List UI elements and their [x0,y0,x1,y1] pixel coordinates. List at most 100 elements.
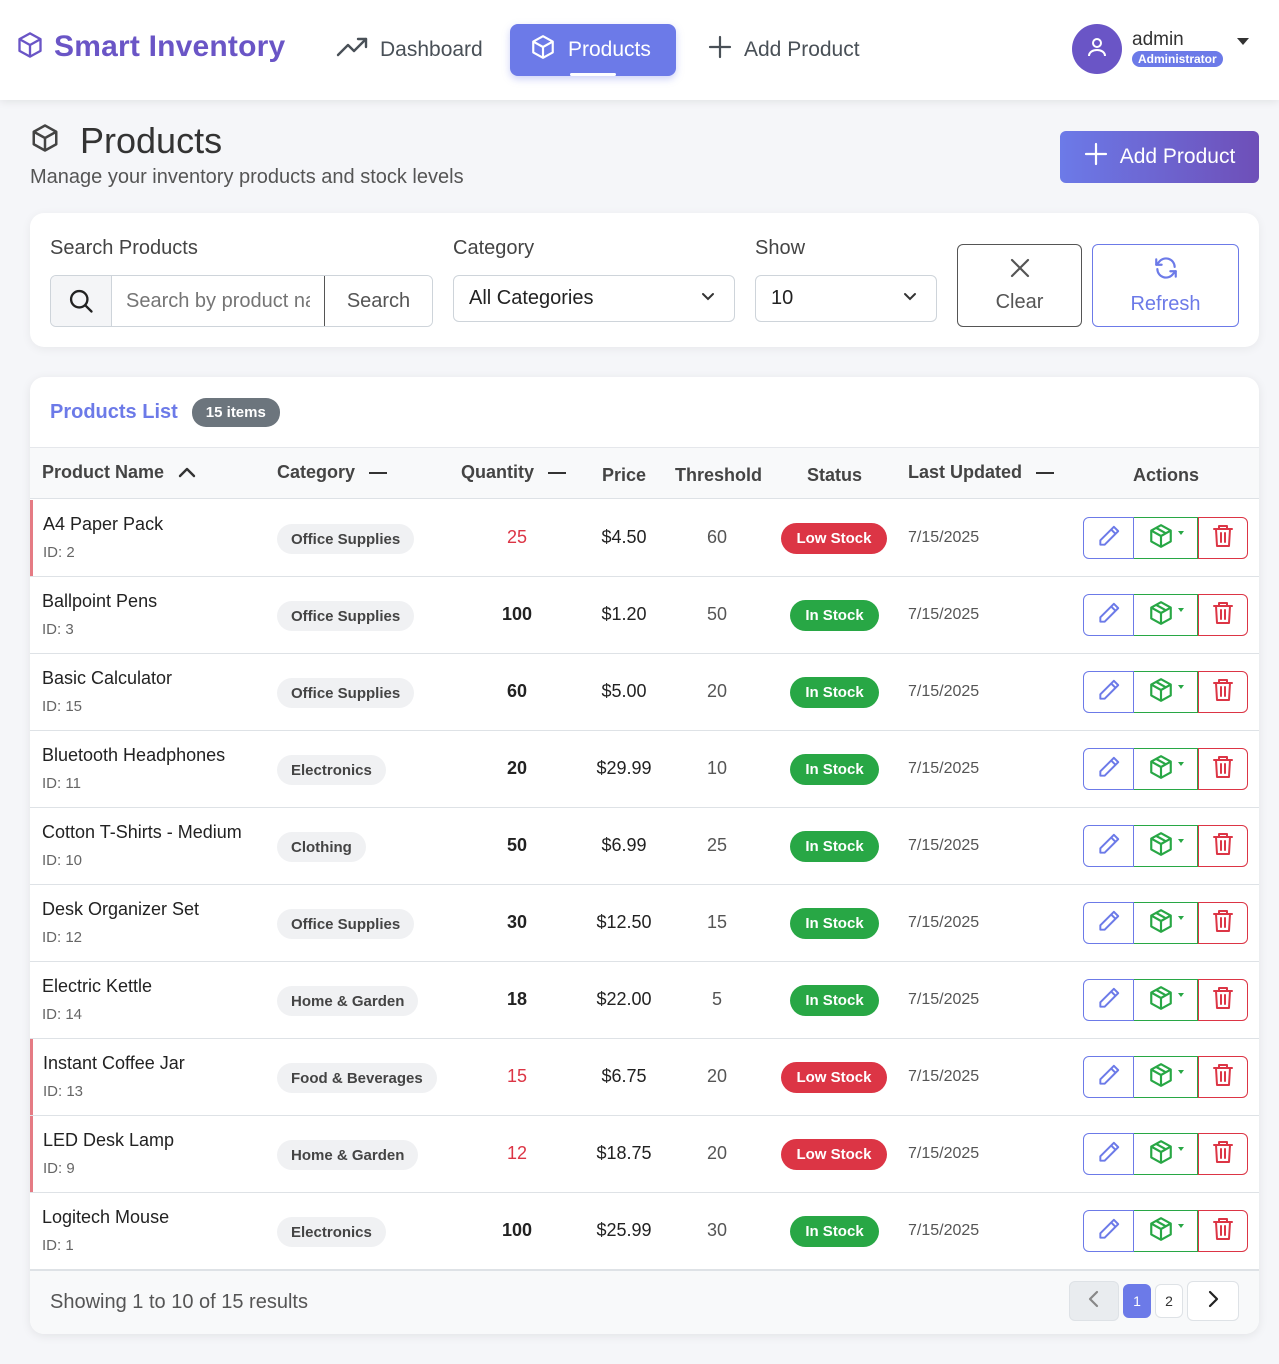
filter-card: Search Products Search Category All Cate… [30,213,1259,347]
user-menu[interactable]: admin Administrator [1072,24,1249,74]
threshold-value: 50 [706,604,728,624]
product-name: Logitech Mouse [42,1207,170,1227]
show-select[interactable]: 10 [755,275,937,322]
nav-dashboard[interactable]: Dashboard [316,24,503,76]
search-button[interactable]: Search [324,276,432,326]
delete-button[interactable] [1198,1133,1248,1175]
nav-products[interactable]: Products [510,24,676,76]
search-group: Search [50,275,433,327]
box-icon [16,31,44,64]
edit-button[interactable] [1083,1210,1134,1252]
delete-button[interactable] [1198,671,1248,713]
category-badge: Home & Garden [277,1140,419,1170]
delete-button[interactable] [1198,979,1248,1021]
clear-button[interactable]: Clear [957,244,1082,327]
stock-dropdown-button[interactable] [1134,1210,1198,1252]
price-value: $4.50 [601,527,647,547]
box-icon [30,120,60,162]
category-select[interactable]: All Categories [453,275,735,322]
search-label: Search Products [50,237,198,259]
refresh-button[interactable]: Refresh [1092,244,1239,327]
delete-button[interactable] [1198,594,1248,636]
row-actions [1083,594,1248,636]
pencil-icon [1096,985,1122,1016]
delete-button[interactable] [1198,517,1248,559]
stock-dropdown-button[interactable] [1134,594,1198,636]
brand[interactable]: Smart Inventory [16,30,285,64]
product-name: A4 Paper Pack [43,514,164,534]
user-role-badge: Administrator [1132,51,1223,67]
delete-button[interactable] [1198,1210,1248,1252]
edit-button[interactable] [1083,517,1134,559]
table-row: Cotton T-Shirts - Medium ID: 10 Clothing 50… [30,808,1259,885]
table-row: Desk Organizer Set ID: 12 Office Supplies 3… [30,885,1259,962]
status-badge: Low Stock [781,1062,887,1093]
search-icon [51,276,112,326]
table-row: Logitech Mouse ID: 1 Electronics 100 $25.99 3… [30,1193,1259,1270]
edit-button[interactable] [1083,902,1134,944]
pencil-icon [1096,1062,1122,1093]
category-badge: Electronics [277,1217,386,1247]
list-header: Products List 15 items [50,398,280,427]
table-row: Basic Calculator ID: 15 Office Supplies 60 $… [30,654,1259,731]
stock-dropdown-button[interactable] [1134,1056,1198,1098]
edit-button[interactable] [1083,1133,1134,1175]
user-icon [1085,35,1109,64]
product-name: LED Desk Lamp [43,1130,175,1150]
price-value: $25.99 [596,1220,652,1240]
status-badge: In Stock [790,908,879,939]
page-2-button[interactable]: 2 [1155,1284,1183,1318]
col-price: Price [602,465,646,486]
edit-button[interactable] [1083,979,1134,1021]
row-actions [1083,1210,1248,1252]
box-icon [1148,600,1174,631]
nav-add-product[interactable]: Add Product [688,24,880,76]
delete-button[interactable] [1198,825,1248,867]
prev-page-button[interactable] [1069,1281,1119,1321]
edit-button[interactable] [1083,1056,1134,1098]
product-id: ID: 13 [43,1083,84,1100]
product-id: ID: 10 [42,852,83,869]
add-product-button[interactable]: Add Product [1060,131,1259,183]
stock-dropdown-button[interactable] [1134,825,1198,867]
caret-down-icon [1177,993,1184,997]
page-1-button[interactable]: 1 [1123,1284,1151,1318]
table-row: Ballpoint Pens ID: 3 Office Supplies 100 $1.… [30,577,1259,654]
col-category[interactable]: Category [277,462,388,483]
col-quantity[interactable]: Quantity [461,462,567,483]
caret-down-icon [1177,839,1184,843]
stock-dropdown-button[interactable] [1134,748,1198,790]
last-updated-value: 7/15/2025 [908,991,980,1008]
edit-button[interactable] [1083,748,1134,790]
page-header: Products Manage your inventory products … [30,120,464,189]
search-input[interactable] [112,276,324,326]
edit-button[interactable] [1083,594,1134,636]
box-icon [1148,1139,1174,1170]
price-value: $1.20 [601,604,647,624]
category-badge: Office Supplies [277,601,415,631]
stock-dropdown-button[interactable] [1134,671,1198,713]
price-value: $6.99 [601,835,647,855]
edit-button[interactable] [1083,671,1134,713]
threshold-value: 25 [706,835,728,855]
stock-dropdown-button[interactable] [1134,1133,1198,1175]
trending-up-icon [336,36,368,64]
chevron-right-icon [1206,1290,1220,1313]
next-page-button[interactable] [1187,1281,1239,1321]
delete-button[interactable] [1198,1056,1248,1098]
col-status: Status [807,465,862,486]
delete-button[interactable] [1198,748,1248,790]
caret-down-icon [1177,1147,1184,1151]
caret-down-icon [1177,1070,1184,1074]
delete-button[interactable] [1198,902,1248,944]
edit-button[interactable] [1083,825,1134,867]
last-updated-value: 7/15/2025 [908,683,980,700]
stock-dropdown-button[interactable] [1134,979,1198,1021]
stock-dropdown-button[interactable] [1134,902,1198,944]
status-badge: Low Stock [781,523,887,554]
col-product-name[interactable]: Product Name [42,462,196,483]
col-last-updated[interactable]: Last Updated [908,462,1055,483]
category-badge: Food & Beverages [277,1063,437,1093]
caret-down-icon [1177,685,1184,689]
stock-dropdown-button[interactable] [1134,517,1198,559]
